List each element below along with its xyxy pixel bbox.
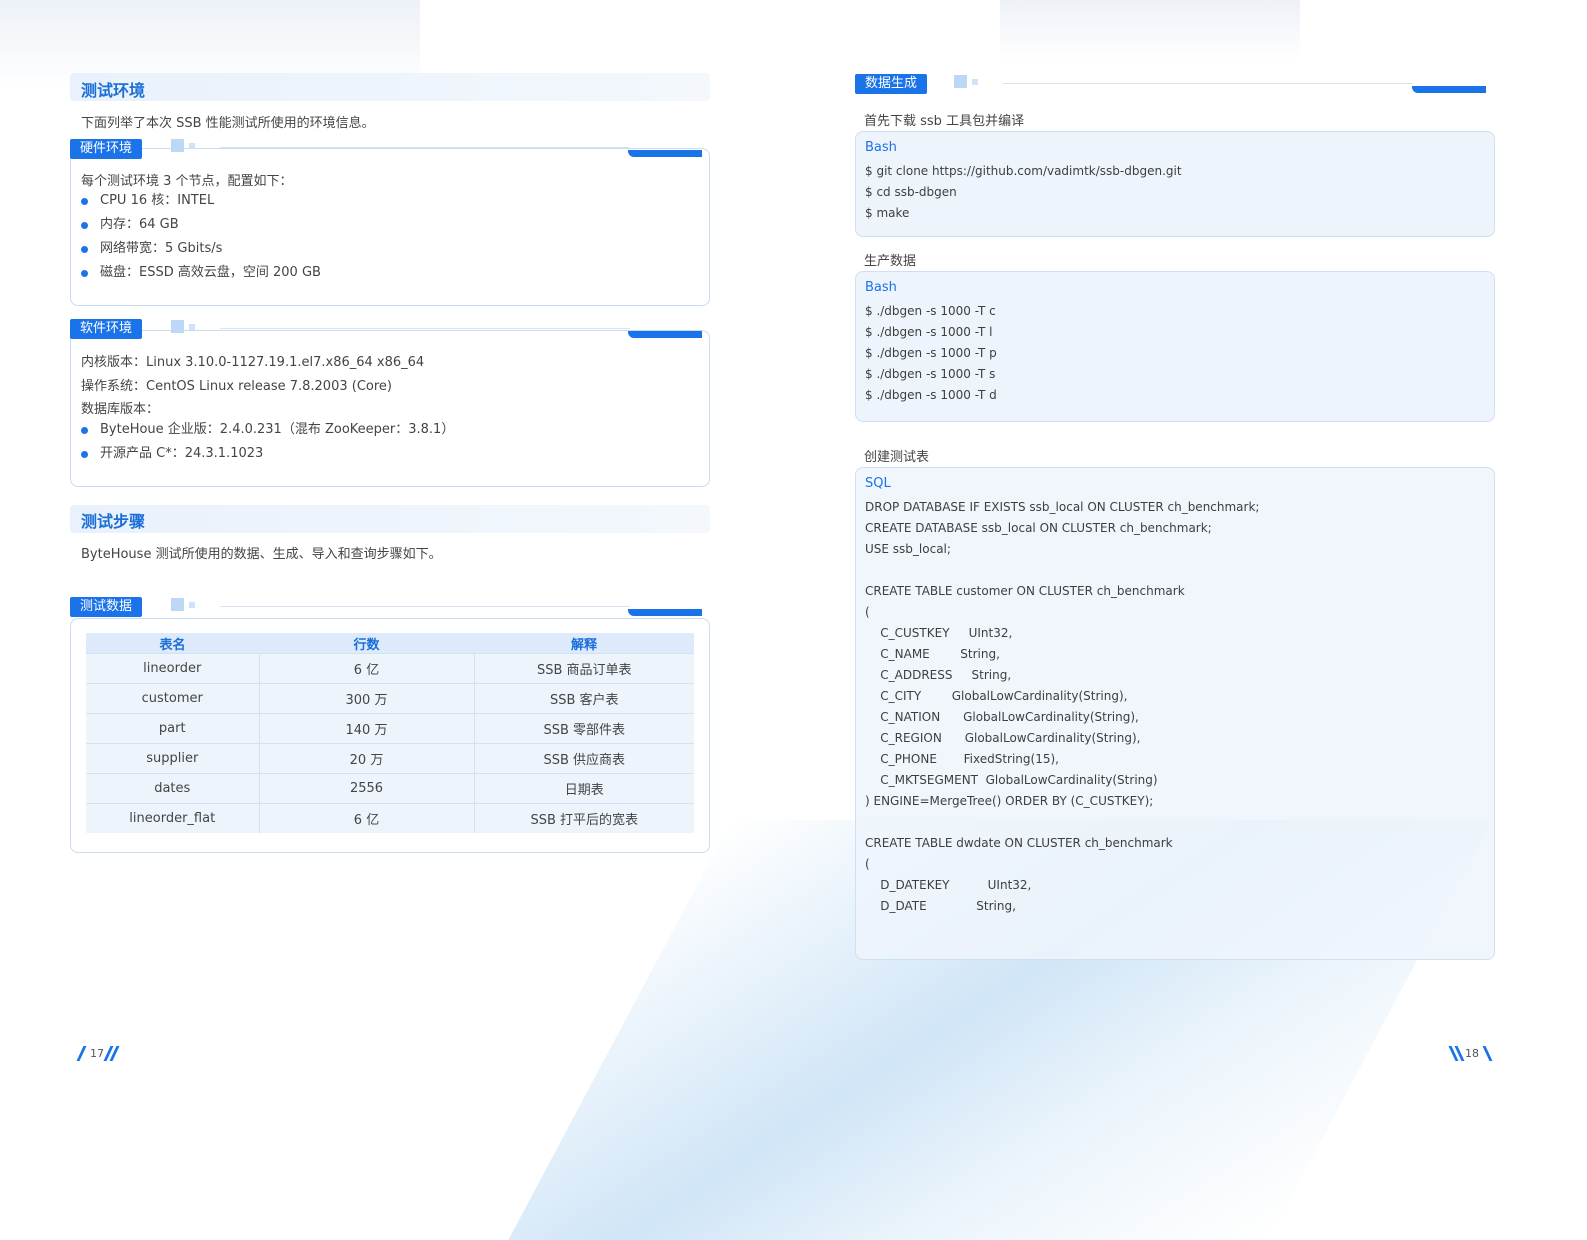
- table-cell: dates: [86, 773, 259, 804]
- tag-decor-square-small: [189, 324, 195, 330]
- bullet-icon: [81, 427, 88, 434]
- tag-decor-square: [171, 320, 184, 333]
- bullet-icon: [81, 270, 88, 277]
- tag-accent-bar: [628, 331, 702, 338]
- download-label: 首先下载 ssb 工具包并编译: [864, 114, 1025, 129]
- code-content: $ ./dbgen -s 1000 -T c $ ./dbgen -s 1000…: [865, 304, 997, 402]
- table-cell: SSB 商品订单表: [473, 653, 694, 684]
- column-header: 行数: [259, 633, 474, 654]
- code-language-label: Bash: [865, 140, 897, 155]
- table-cell: SSB 客户表: [473, 683, 694, 714]
- table-header-row: 表名 行数 解释: [86, 633, 694, 654]
- code-block-bash-build: Bash $ git clone https://github.com/vadi…: [855, 131, 1495, 237]
- produce-data-label: 生产数据: [864, 254, 917, 269]
- tag-decor-square-small: [972, 79, 978, 85]
- column-header: 表名: [86, 633, 259, 654]
- table-row: supplier 20 万 SSB 供应商表: [86, 743, 694, 774]
- tag-accent-bar: [628, 150, 702, 157]
- section-bar-test-steps: [70, 505, 710, 533]
- tag-decor-square: [954, 75, 967, 88]
- tag-decor-square-small: [189, 602, 195, 608]
- table-cell: SSB 打平后的宽表: [473, 803, 694, 833]
- section-title-test-env: 测试环境: [81, 81, 146, 100]
- column-header: 解释: [474, 633, 694, 654]
- code-content: DROP DATABASE IF EXISTS ssb_local ON CLU…: [865, 500, 1260, 913]
- table-cell: SSB 零部件表: [473, 713, 694, 744]
- tag-line: [220, 606, 630, 607]
- tag-line: [220, 328, 630, 329]
- tag-decor-square: [171, 598, 184, 611]
- code-block-sql: SQL DROP DATABASE IF EXISTS ssb_local ON…: [855, 467, 1495, 960]
- list-item: 磁盘：ESSD 高效云盘，空间 200 GB: [80, 261, 321, 285]
- table-cell: 6 亿: [258, 653, 474, 684]
- tag-line: [1003, 83, 1413, 84]
- tag-accent-bar: [628, 609, 702, 616]
- table-cell: customer: [86, 683, 259, 714]
- list-item: 网络带宽：5 Gbits/s: [80, 237, 321, 261]
- page-number-right: 18: [1465, 1047, 1479, 1060]
- table-cell: lineorder_flat: [86, 803, 259, 833]
- table-row: lineorder 6 亿 SSB 商品订单表: [86, 653, 694, 684]
- page-slash-icon: [76, 1046, 87, 1061]
- table-cell: 日期表: [473, 773, 694, 804]
- table-cell: 2556: [258, 773, 474, 804]
- table-row: customer 300 万 SSB 客户表: [86, 683, 694, 714]
- bullet-icon: [81, 246, 88, 253]
- code-language-label: SQL: [865, 476, 891, 491]
- hardware-intro: 每个测试环境 3 个节点，配置如下：: [81, 174, 293, 189]
- bullet-icon: [81, 222, 88, 229]
- data-gen-tag: 数据生成: [855, 74, 928, 94]
- table-cell: 6 亿: [258, 803, 474, 833]
- db-version-label: 数据库版本：: [81, 402, 160, 417]
- code-language-label: Bash: [865, 280, 897, 295]
- table-cell: 140 万: [258, 713, 474, 744]
- section-bar-test-env: [70, 73, 710, 101]
- os-version: 操作系统：CentOS Linux release 7.8.2003 (Core…: [81, 379, 392, 394]
- tag-accent-bar: [1412, 86, 1486, 93]
- bullet-icon: [81, 198, 88, 205]
- table-cell: 300 万: [258, 683, 474, 714]
- test-env-intro: 下面列举了本次 SSB 性能测试所使用的环境信息。: [81, 116, 375, 131]
- page-slash-icon: [1482, 1046, 1493, 1061]
- page-number-left: 17: [90, 1047, 104, 1060]
- code-block-bash-dbgen: Bash $ ./dbgen -s 1000 -T c $ ./dbgen -s…: [855, 271, 1495, 422]
- software-tag: 软件环境: [70, 319, 143, 339]
- table-row: dates 2556 日期表: [86, 773, 694, 804]
- create-table-label: 创建测试表: [864, 450, 930, 465]
- table-cell: part: [86, 713, 259, 744]
- hardware-tag: 硬件环境: [70, 139, 143, 159]
- table-row: part 140 万 SSB 零部件表: [86, 713, 694, 744]
- tag-decor-square: [171, 139, 184, 152]
- code-content: $ git clone https://github.com/vadimtk/s…: [865, 164, 1182, 220]
- list-item: 内存：64 GB: [80, 213, 321, 237]
- table-row: lineorder_flat 6 亿 SSB 打平后的宽表: [86, 803, 694, 833]
- list-item: ByteHoue 企业版：2.4.0.231（混布 ZooKeeper：3.8.…: [80, 418, 454, 442]
- test-data-tag: 测试数据: [70, 597, 143, 617]
- list-item: 开源产品 C*：24.3.1.1023: [80, 442, 454, 466]
- background-gradient-top-right: [1000, 0, 1300, 60]
- test-data-table: 表名 行数 解释 lineorder 6 亿 SSB 商品订单表 custome…: [86, 633, 694, 833]
- table-cell: SSB 供应商表: [473, 743, 694, 774]
- software-list: ByteHoue 企业版：2.4.0.231（混布 ZooKeeper：3.8.…: [80, 418, 454, 466]
- section-title-test-steps: 测试步骤: [81, 512, 146, 531]
- bullet-icon: [81, 451, 88, 458]
- list-item: CPU 16 核：INTEL: [80, 189, 321, 213]
- tag-decor-square-small: [189, 143, 195, 149]
- table-cell: 20 万: [258, 743, 474, 774]
- tag-line: [220, 147, 630, 148]
- kernel-version: 内核版本：Linux 3.10.0-1127.19.1.el7.x86_64 x…: [81, 355, 425, 370]
- hardware-list: CPU 16 核：INTEL 内存：64 GB 网络带宽：5 Gbits/s 磁…: [80, 189, 321, 285]
- table-cell: lineorder: [86, 653, 259, 684]
- test-steps-intro: ByteHouse 测试所使用的数据、生成、导入和查询步骤如下。: [81, 547, 442, 562]
- table-cell: supplier: [86, 743, 259, 774]
